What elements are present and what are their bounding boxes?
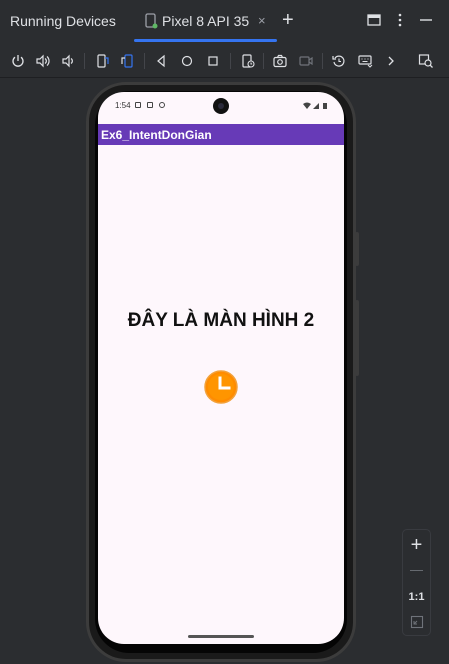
status-bar: 1:54 [98,92,344,120]
fit-screen-icon[interactable] [410,615,424,629]
shield-icon [159,102,165,108]
minimize-icon[interactable] [418,12,434,28]
screenshot-button[interactable] [270,51,290,71]
close-icon[interactable]: × [258,13,266,28]
overview-button[interactable] [203,51,223,71]
device-power-key [355,300,359,376]
chevron-right-icon [388,56,394,66]
device-screen[interactable]: 1:54 Ex6_IntentDonGian ĐÂY LÀ MÀN HÌNH 2 [98,92,344,644]
keyboard-button[interactable] [355,51,375,71]
zoom-out-button[interactable]: — [403,562,430,577]
camera-icon [273,54,287,68]
battery-icon [323,103,327,109]
device-volume-key [355,232,359,266]
wifi-icon [303,102,311,109]
more-actions-button[interactable] [381,51,401,71]
layout-inspector-button[interactable] [416,51,436,71]
reset-button[interactable] [329,51,349,71]
front-camera [213,98,229,114]
zoom-in-button[interactable]: + [403,535,430,555]
overview-icon [208,56,218,66]
keyboard-icon [358,55,373,68]
clock-icon[interactable] [204,370,238,404]
tab-bar: Running Devices Pixel 8 API 35 × + [0,0,449,42]
window-layout-icon[interactable] [366,12,382,28]
rotate-right-button[interactable] [118,51,138,71]
back-button[interactable] [151,51,171,71]
snapshot-button[interactable] [238,51,258,71]
toolbar-separator [322,53,323,69]
panel-title: Running Devices [10,13,116,29]
screen-heading: ĐÂY LÀ MÀN HÌNH 2 [127,310,315,331]
gesture-nav-bar[interactable] [188,635,254,638]
reset-icon [332,55,345,67]
toolbar-separator [263,53,264,69]
layout-inspector-icon [418,54,433,68]
tab-label: Pixel 8 API 35 [162,13,250,29]
screen-record-button[interactable] [296,51,316,71]
signal-icon [313,103,319,109]
sim-card-icon [147,102,153,108]
rotate-right-icon [121,54,133,68]
volume-down-icon [62,54,73,68]
video-camera-icon [299,56,313,66]
status-time: 1:54 [115,101,131,110]
toolbar-separator [84,53,85,69]
app-title: Ex6_IntentDonGian [101,128,212,142]
snapshot-icon [242,54,255,68]
volume-up-button[interactable] [33,51,53,71]
toolbar-separator [230,53,231,69]
app-bar: Ex6_IntentDonGian [98,124,344,145]
back-icon [157,54,165,68]
more-options-icon[interactable] [392,12,408,28]
tab-active-indicator [134,39,277,42]
zoom-controls: + — 1:1 [402,529,431,636]
rotate-left-icon [97,54,109,68]
new-tab-icon[interactable]: + [282,10,294,30]
power-icon [12,55,24,67]
notification-icon [135,102,141,108]
rotate-left-button[interactable] [92,51,112,71]
volume-down-button[interactable] [58,51,78,71]
power-button[interactable] [8,51,28,71]
volume-up-icon [36,54,50,68]
status-icons [303,102,327,109]
device-icon [145,13,158,29]
home-icon [181,55,193,67]
actual-size-button[interactable]: 1:1 [403,591,430,603]
tab-pixel-8[interactable]: Pixel 8 API 35 × [134,0,277,42]
toolbar-separator [144,53,145,69]
home-button[interactable] [177,51,197,71]
emulator-toolbar [0,44,449,78]
